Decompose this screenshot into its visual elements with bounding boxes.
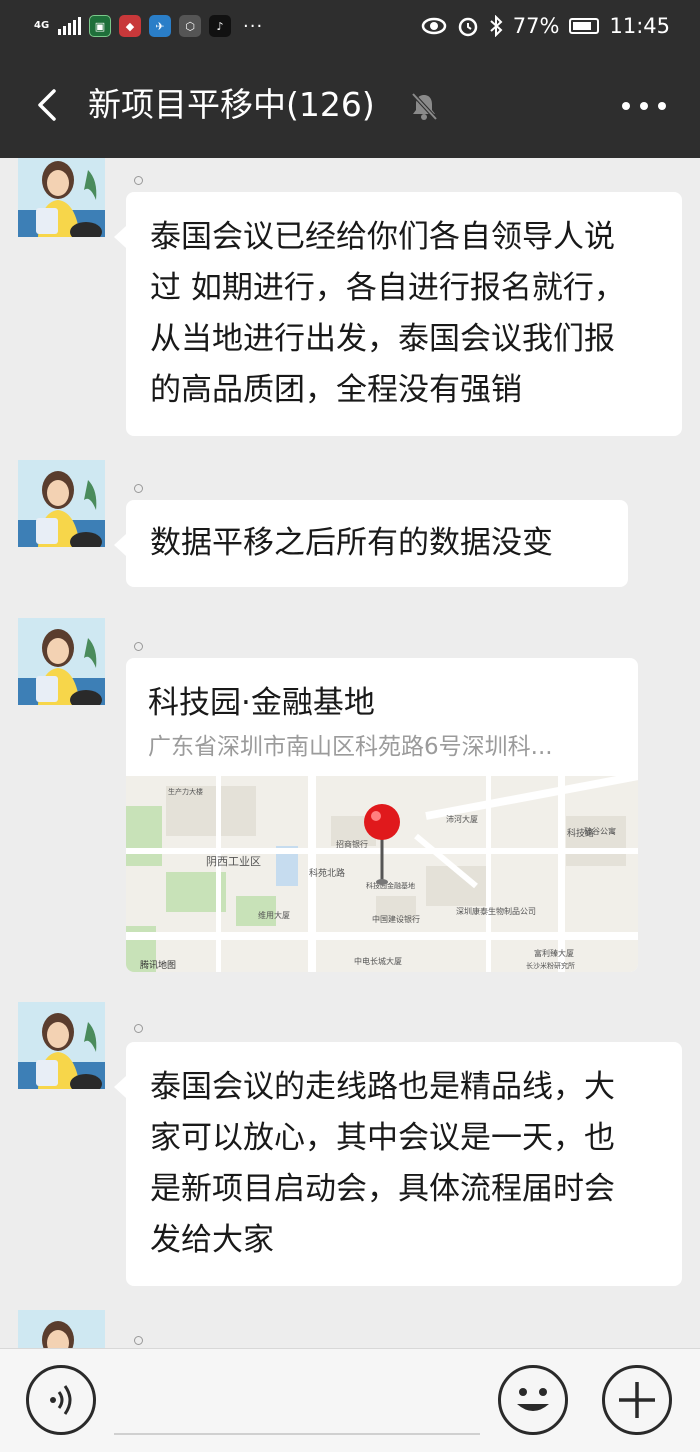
sender-avatar[interactable]: [18, 460, 105, 547]
map-label: 维用大厦: [258, 910, 290, 920]
message-text-line: 是新项目启动会，具体流程届时会: [150, 1171, 615, 1207]
input-bar: [0, 1348, 700, 1452]
eye-icon: [421, 17, 447, 35]
voice-icon: [50, 1385, 72, 1415]
sender-avatar[interactable]: [18, 158, 105, 237]
battery-percent: 77%: [512, 14, 560, 38]
map-label: 中国建设银行: [372, 914, 420, 924]
notification-app-icon: ◆: [119, 15, 141, 37]
read-indicator-dot: [134, 1024, 143, 1033]
message-text-line: 从当地进行出发，泰国会议我们报: [150, 321, 615, 357]
map-label: 科苑北路: [309, 867, 345, 879]
read-indicator-dot: [134, 176, 143, 185]
message-bubble[interactable]: 泰国会议的走线路也是精品线，大 家可以放心，其中会议是一天，也 是新项目启动会，…: [114, 1042, 682, 1286]
message-text-line: 家可以放心，其中会议是一天，也: [150, 1120, 615, 1156]
status-left: 4G ▣ ◆ ✈ ⬡ ♪ ···: [34, 12, 263, 40]
notification-app-icon: ✈: [149, 15, 171, 37]
read-indicator-dot: [134, 642, 143, 651]
message-text-line: 泰国会议已经给你们各自领导人说: [150, 219, 615, 255]
chat-title: 新项目平移中(126): [88, 85, 375, 124]
sender-avatar[interactable]: [18, 1310, 105, 1348]
location-address: 广东省深圳市南山区科苑路6号深圳科...: [148, 734, 553, 760]
emoji-button[interactable]: [498, 1365, 568, 1435]
emoji-icon: [517, 1388, 549, 1411]
sender-avatar[interactable]: [18, 618, 105, 705]
clock: 11:45: [609, 14, 670, 38]
map-label: 中电长城大厦: [354, 956, 402, 966]
chat-message-list[interactable]: 泰国会议已经给你们各自领导人说 过 如期进行，各自进行报名就行， 从当地进行出发…: [0, 158, 700, 1348]
bluetooth-icon: [490, 15, 503, 37]
map-label: 阴西工业区: [206, 855, 261, 868]
status-bar: 4G ▣ ◆ ✈ ⬡ ♪ ··· 77% 11:45: [0, 0, 700, 52]
map-label: 富利臻大厦: [534, 948, 574, 958]
back-arrow-icon[interactable]: [30, 85, 70, 125]
location-map[interactable]: 阴西工业区 招商银行 中国建设银行 科苑北路 科技路 维用大厦 中电长城大厦 深…: [126, 776, 638, 972]
location-name: 科技园·金融基地: [148, 685, 375, 721]
message-bubble[interactable]: 数据平移之后所有的数据没变: [114, 500, 628, 587]
location-card[interactable]: 科技园·金融基地 广东省深圳市南山区科苑路6号深圳科... 阴西工业区 招商银行…: [126, 658, 638, 972]
location-pin-icon: [364, 804, 400, 840]
status-right: 77% 11:45: [421, 12, 670, 40]
plus-icon: [619, 1382, 655, 1418]
map-label: 科技园金融基地: [366, 881, 415, 890]
map-label: 长沙米粉研究所: [526, 961, 575, 970]
chat-header: 新项目平移中(126): [0, 52, 700, 158]
map-label: 硅谷公寓: [584, 826, 616, 836]
sender-avatar[interactable]: [18, 1002, 105, 1089]
message-input[interactable]: [114, 1433, 480, 1435]
more-functions-button[interactable]: [602, 1365, 672, 1435]
read-indicator-dot: [134, 484, 143, 493]
battery-icon: [569, 18, 600, 34]
signal-icon: [58, 17, 81, 35]
notification-app-icon: ⬡: [179, 15, 201, 37]
message-bubble[interactable]: 泰国会议已经给你们各自领导人说 过 如期进行，各自进行报名就行， 从当地进行出发…: [114, 192, 682, 436]
tiktok-icon: ♪: [209, 15, 231, 37]
notification-app-icon: ▣: [89, 15, 111, 37]
more-options-icon[interactable]: [622, 102, 666, 112]
alarm-icon: [458, 17, 478, 37]
voice-button[interactable]: [26, 1365, 96, 1435]
map-label: 招商银行: [336, 839, 368, 849]
message-text-line: 泰国会议的走线路也是精品线，大: [150, 1069, 615, 1105]
message-text-line: 过 如期进行，各自进行报名就行，: [150, 270, 625, 306]
read-indicator-dot: [134, 1336, 143, 1345]
more-notifications-icon: ···: [243, 15, 264, 37]
network-type: 4G: [34, 20, 50, 31]
map-provider-logo: 腾讯地图: [140, 959, 176, 971]
map-label: 深圳康泰生物制品公司: [456, 906, 536, 916]
message-text-line: 数据平移之后所有的数据没变: [150, 525, 553, 561]
mute-bell-icon: [411, 92, 438, 121]
map-label: 生产力大楼: [168, 787, 203, 796]
map-label: 沛河大厦: [446, 814, 478, 824]
message-text-line: 发给大家: [150, 1222, 274, 1258]
message-text-line: 的高品质团，全程没有强销: [150, 372, 522, 408]
